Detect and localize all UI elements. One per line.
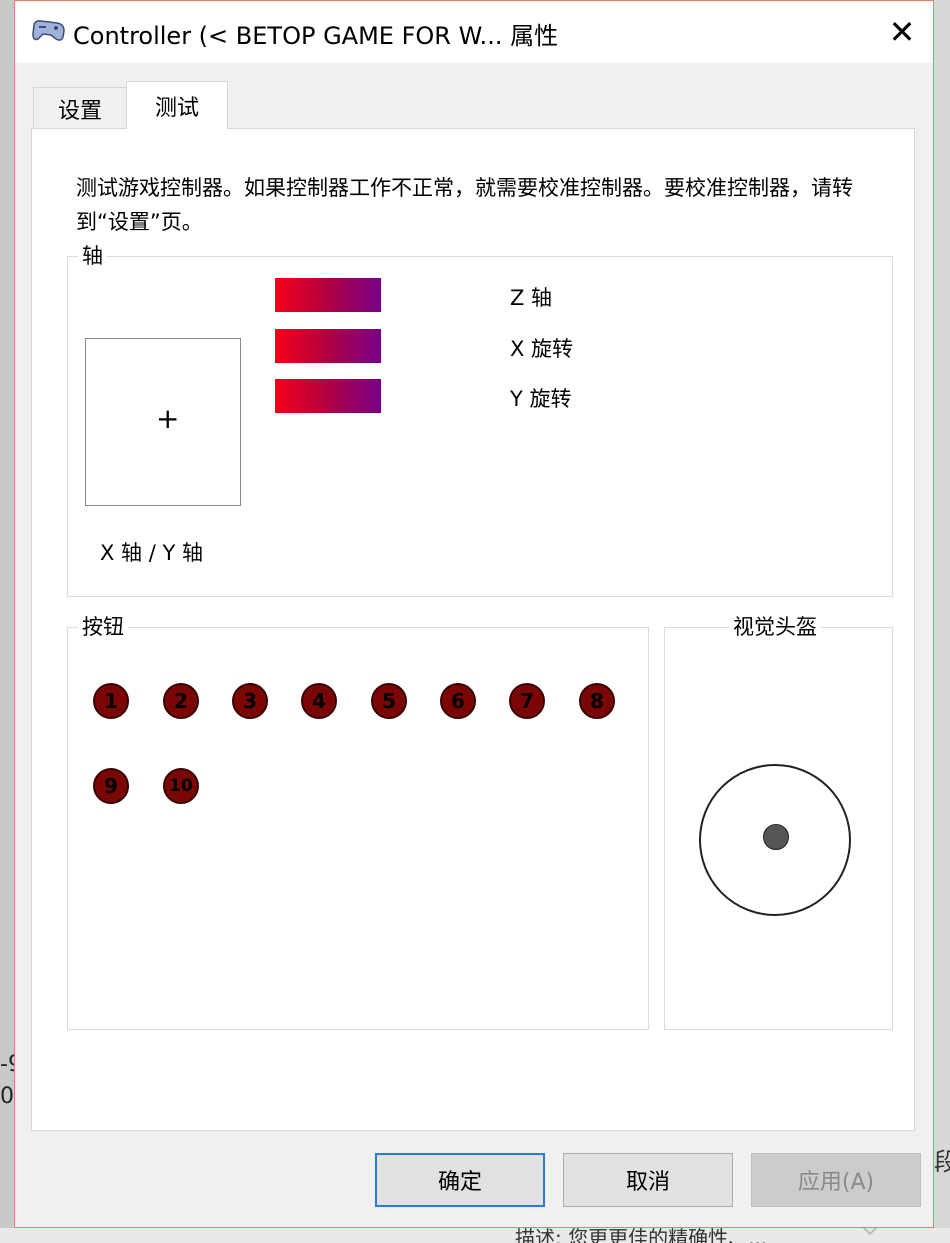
button-indicator-10: 10 [163, 768, 199, 804]
axes-group: 轴 + X 轴 / Y 轴 Z 轴 X 旋转 Y 旋转 [67, 243, 893, 597]
gamepad-icon [32, 20, 65, 41]
background-text-fragment: 0 [0, 1084, 14, 1109]
window-title: Controller (< BETOP GAME FOR W... 属性 [73, 22, 559, 50]
z-axis-label: Z 轴 [510, 286, 553, 310]
button-indicator-9: 9 [93, 768, 129, 804]
tab-test[interactable]: 测试 [126, 81, 228, 129]
y-rotation-bar [275, 379, 381, 413]
apply-button[interactable]: 应用(A) [751, 1153, 921, 1207]
pov-hat-position-dot [763, 824, 789, 850]
background-window-edge: -9 0 [0, 0, 22, 1243]
pov-hat-group-label: 视觉头盔 [729, 614, 821, 640]
button-indicator-1: 1 [93, 683, 129, 719]
background-text-fragment: 描述: 您更更佳的精确性、... [515, 1228, 768, 1243]
tab-settings[interactable]: 设置 [33, 87, 127, 129]
y-rotation-label: Y 旋转 [510, 387, 572, 411]
properties-dialog: Controller (< BETOP GAME FOR W... 属性 ✕ 设… [14, 0, 934, 1228]
button-indicator-8: 8 [579, 683, 615, 719]
instruction-text: 测试游戏控制器。如果控制器工作不正常，就需要校准控制器。要校准控制器，请转到“设… [76, 176, 853, 234]
button-indicator-3: 3 [232, 683, 268, 719]
z-axis-bar [275, 278, 381, 312]
button-indicator-4: 4 [301, 683, 337, 719]
x-rotation-label: X 旋转 [510, 337, 574, 361]
button-indicator-5: 5 [371, 683, 407, 719]
axes-group-label: 轴 [78, 243, 107, 269]
button-indicator-2: 2 [163, 683, 199, 719]
button-indicator-6: 6 [440, 683, 476, 719]
cancel-button[interactable]: 取消 [563, 1153, 733, 1207]
close-icon: ✕ [888, 13, 916, 51]
background-text-fragment: 段 [934, 1148, 950, 1176]
x-rotation-bar [275, 329, 381, 363]
buttons-group-label: 按钮 [78, 614, 128, 640]
pov-hat-group: 视觉头盔 [664, 614, 893, 1030]
xy-axis-indicator: + [85, 338, 241, 506]
close-button[interactable]: ✕ [871, 1, 933, 63]
buttons-group: 按钮 1 2 3 4 5 6 7 8 9 10 [67, 614, 649, 1030]
crosshair-icon: + [156, 402, 180, 435]
button-indicator-7: 7 [509, 683, 545, 719]
background-window-bottom: 描述: 您更更佳的精确性、... [0, 1228, 950, 1243]
test-tab-panel: 测试游戏控制器。如果控制器工作不正常，就需要校准控制器。要校准控制器，请转到“设… [31, 128, 915, 1131]
ok-button[interactable]: 确定 [375, 1153, 545, 1207]
xy-axis-label: X 轴 / Y 轴 [100, 541, 203, 565]
title-bar[interactable]: Controller (< BETOP GAME FOR W... 属性 ✕ [15, 1, 933, 63]
